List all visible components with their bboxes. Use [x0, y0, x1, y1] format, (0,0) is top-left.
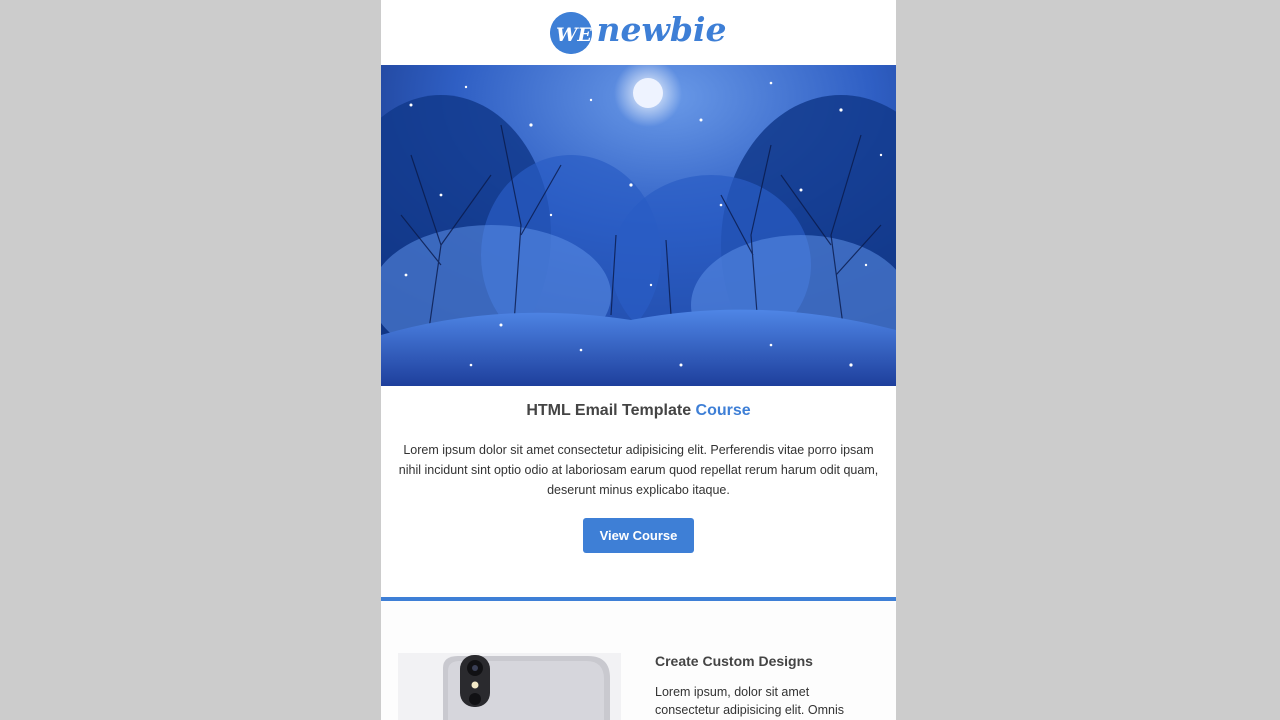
- logo-mark-icon: WE: [550, 11, 593, 54]
- view-course-button[interactable]: View Course: [582, 518, 695, 553]
- feature-section: Create Custom Designs Lorem ipsum, dolor…: [381, 601, 896, 720]
- feature-title: Create Custom Designs: [655, 653, 813, 669]
- email-container: WE newbie HTML Email Template Course Lor…: [381, 0, 896, 720]
- feature-text: Lorem ipsum, dolor sit amet consectetur …: [655, 685, 844, 717]
- phone-image: [398, 653, 621, 720]
- logo-wordmark: newbie: [596, 10, 727, 49]
- course-title-accent: Course: [695, 402, 751, 419]
- email-header: WE newbie: [381, 0, 896, 65]
- course-section: HTML Email Template Course Lorem ipsum d…: [381, 402, 896, 553]
- course-description: Lorem ipsum dolor sit amet consectetur a…: [398, 443, 879, 497]
- hero-image: [381, 65, 896, 386]
- course-title-prefix: HTML Email Template: [526, 402, 692, 419]
- course-title: HTML Email Template Course: [395, 402, 882, 420]
- logo-mark-text: WE: [556, 24, 592, 46]
- logo[interactable]: WE newbie: [550, 10, 727, 54]
